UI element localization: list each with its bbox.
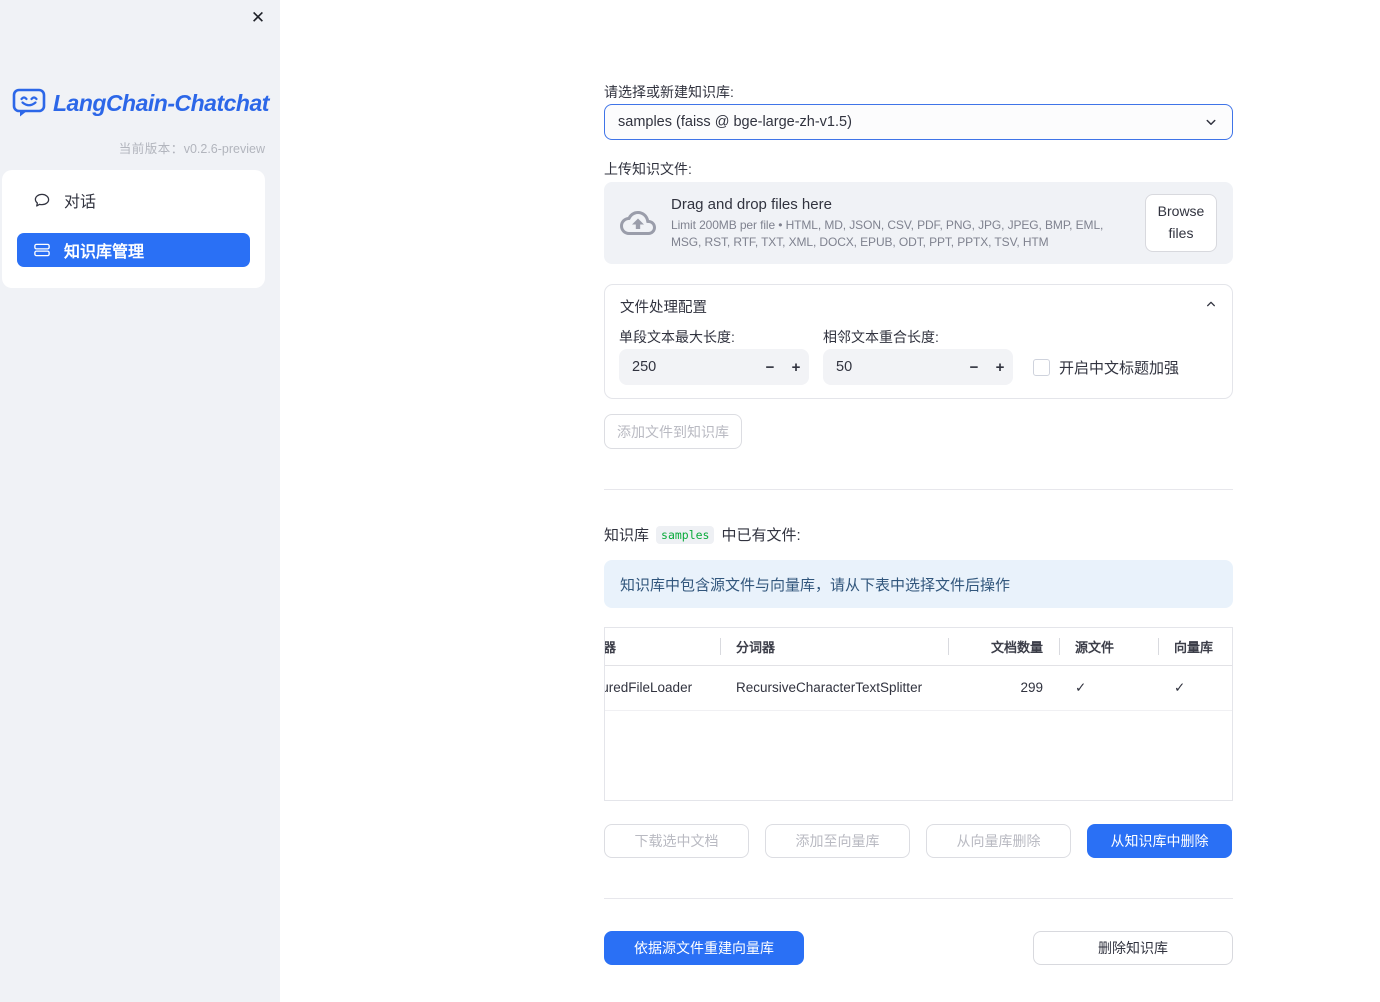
- kb-actions-row: 依据源文件重建向量库 删除知识库: [604, 931, 1233, 965]
- sidebar: ✕ LangChain-Chatchat 当前版本：v0.2.6-preview: [0, 0, 280, 1002]
- delete-from-kb-button[interactable]: 从知识库中删除: [1087, 824, 1232, 858]
- chunk-size-input[interactable]: 250 − +: [619, 349, 809, 385]
- download-selected-button[interactable]: 下载选中文档: [604, 824, 749, 858]
- kb-name-code: samples: [656, 525, 715, 544]
- cell-splitter: RecursiveCharacterTextSplitter: [720, 665, 948, 711]
- file-config-expander-header[interactable]: 文件处理配置: [605, 285, 1232, 323]
- column-header-splitter[interactable]: 分词器: [720, 628, 948, 666]
- stack-icon: [33, 241, 51, 259]
- main-content: 请选择或新建知识库: samples (faiss @ bge-large-zh…: [604, 0, 1233, 1002]
- browse-files-button[interactable]: Browse files: [1145, 194, 1217, 252]
- kb-select-label: 请选择或新建知识库:: [604, 84, 734, 100]
- info-alert-text: 知识库中包含源文件与向量库，请从下表中选择文件后操作: [620, 576, 1011, 594]
- chevron-down-icon: [1202, 113, 1220, 131]
- add-files-to-kb-button[interactable]: 添加文件到知识库: [604, 414, 742, 449]
- kb-selectbox[interactable]: samples (faiss @ bge-large-zh-v1.5): [604, 104, 1233, 140]
- kb-files-heading: 知识库 samples 中已有文件:: [604, 524, 801, 545]
- sidebar-item-label: 对话: [64, 194, 97, 211]
- sidebar-close-icon[interactable]: ✕: [246, 6, 270, 30]
- divider: [604, 489, 1233, 490]
- chevron-up-icon: [1203, 296, 1219, 312]
- cell-vector-store-check: ✓: [1158, 665, 1232, 711]
- rebuild-vector-store-button[interactable]: 依据源文件重建向量库: [604, 931, 804, 965]
- cloud-upload-icon: [620, 205, 656, 241]
- cell-source-file-check: ✓: [1059, 665, 1158, 711]
- column-header-vector-store[interactable]: 向量库: [1158, 628, 1232, 666]
- kb-files-prefix: 知识库: [604, 527, 650, 544]
- kb-selectbox-value: samples (faiss @ bge-large-zh-v1.5): [618, 114, 852, 130]
- zh-title-enhance-checkbox[interactable]: [1033, 359, 1050, 376]
- overlap-size-label: 相邻文本重合长度:: [823, 329, 939, 345]
- version-label: 当前版本：: [118, 142, 184, 156]
- chunk-size-label: 单段文本最大长度:: [619, 329, 735, 345]
- chunk-size-value: 250: [632, 359, 657, 375]
- dropzone-limit-text: Limit 200MB per file • HTML, MD, JSON, C…: [671, 218, 1104, 249]
- sidebar-item-dialogue[interactable]: 对话: [17, 183, 250, 217]
- sidebar-item-label: 知识库管理: [64, 244, 145, 261]
- table-header-row: 文档加载器 分词器 文档数量 源文件 向量库: [605, 628, 1232, 666]
- zh-title-enhance-label: 开启中文标题加强: [1059, 360, 1180, 377]
- delete-from-vector-store-button[interactable]: 从向量库删除: [926, 824, 1071, 858]
- file-config-title: 文件处理配置: [620, 300, 707, 316]
- upload-label: 上传知识文件:: [604, 161, 692, 177]
- overlap-size-increment-button[interactable]: +: [987, 349, 1013, 385]
- app-page: ✕ LangChain-Chatchat 当前版本：v0.2.6-preview: [0, 0, 1380, 1002]
- overlap-size-decrement-button[interactable]: −: [961, 349, 987, 385]
- file-actions-row: 下载选中文档 添加至向量库 从向量库删除 从知识库中删除: [604, 824, 1233, 858]
- delete-kb-action-button[interactable]: 删除知识库: [1033, 931, 1233, 965]
- file-dropzone[interactable]: Drag and drop files here Limit 200MB per…: [604, 182, 1233, 264]
- overlap-size-input[interactable]: 50 − +: [823, 349, 1013, 385]
- sidebar-item-knowledge-base[interactable]: 知识库管理: [17, 233, 250, 267]
- dropzone-title: Drag and drop files here: [671, 196, 832, 214]
- cell-doc-count: 299: [948, 665, 1059, 711]
- zh-title-enhance-checkbox-row[interactable]: 开启中文标题加强: [1033, 357, 1179, 378]
- info-alert: 知识库中包含源文件与向量库，请从下表中选择文件后操作: [604, 560, 1233, 608]
- overlap-size-value: 50: [836, 359, 853, 375]
- kb-files-table[interactable]: 文档加载器 分词器 文档数量 源文件 向量库 UnstructuredFileL…: [604, 627, 1233, 801]
- table-row[interactable]: UnstructuredFileLoader RecursiveCharacte…: [605, 665, 1232, 711]
- version-value: v0.2.6-preview: [183, 142, 265, 156]
- chat-bubble-icon: [33, 191, 51, 209]
- kb-files-suffix: 中已有文件:: [721, 527, 801, 544]
- version-line: 当前版本：v0.2.6-preview: [0, 138, 265, 157]
- divider: [604, 898, 1233, 899]
- column-header-doc-count[interactable]: 文档数量: [948, 628, 1059, 666]
- dropzone-instructions: Drag and drop files here Limit 200MB per…: [671, 196, 1130, 249]
- add-to-vector-store-button[interactable]: 添加至向量库: [765, 824, 910, 858]
- kb-files-table-grid: 文档加载器 分词器 文档数量 源文件 向量库 UnstructuredFileL…: [605, 628, 1232, 711]
- column-header-source-file[interactable]: 源文件: [1059, 628, 1158, 666]
- logo-text: LangChain-Chatchat: [53, 89, 269, 116]
- logo-chat-bubble-icon: [12, 88, 46, 118]
- file-config-expander: 文件处理配置 单段文本最大长度: 250 − + 相邻文本重合长度: 50 − …: [604, 284, 1233, 399]
- cell-loader: UnstructuredFileLoader: [605, 665, 720, 711]
- chunk-size-decrement-button[interactable]: −: [757, 349, 783, 385]
- chunk-size-increment-button[interactable]: +: [783, 349, 809, 385]
- logo: LangChain-Chatchat: [12, 88, 269, 118]
- column-header-loader[interactable]: 文档加载器: [605, 628, 720, 666]
- nav-menu: 对话 知识库管理: [2, 170, 265, 288]
